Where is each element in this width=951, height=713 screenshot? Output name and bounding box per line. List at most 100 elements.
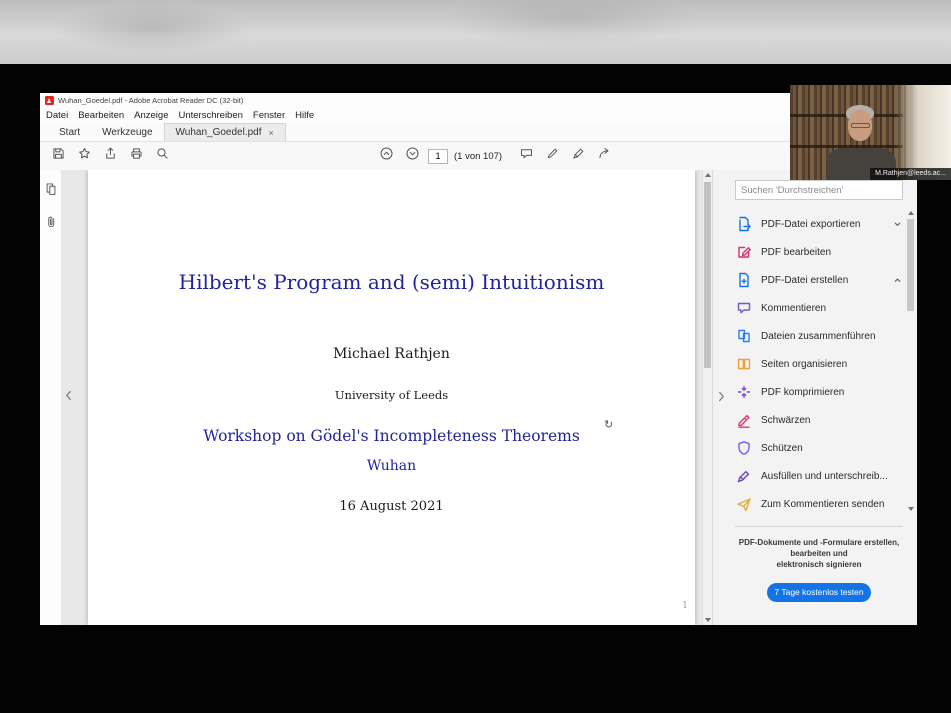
tool-comment[interactable]: Kommentieren xyxy=(735,294,903,322)
tab-werkzeuge[interactable]: Werkzeuge xyxy=(91,123,163,141)
scrollbar-thumb[interactable] xyxy=(704,182,711,368)
comment-bubble-icon xyxy=(735,300,752,317)
tool-export-pdf[interactable]: PDF-Datei exportieren xyxy=(735,210,903,238)
tab-document[interactable]: Wuhan_Goedel.pdf × xyxy=(164,123,286,141)
tool-organize-pages[interactable]: Seiten organisieren xyxy=(735,350,903,378)
arrow-up-circle-icon xyxy=(379,146,394,166)
tab-document-label: Wuhan_Goedel.pdf xyxy=(176,127,262,138)
tool-label: Schwärzen xyxy=(761,415,810,426)
share-button[interactable] xyxy=(100,146,120,166)
menu-fenster[interactable]: Fenster xyxy=(253,110,285,121)
comment-button[interactable] xyxy=(516,146,536,166)
promo-line: elektronisch signieren xyxy=(735,559,903,570)
tool-combine-files[interactable]: Dateien zusammenführen xyxy=(735,322,903,350)
tool-redact[interactable]: Schwärzen xyxy=(735,406,903,434)
tab-start[interactable]: Start xyxy=(48,123,91,141)
chevron-right-icon[interactable] xyxy=(716,389,726,403)
acrobat-window: Wuhan_Goedel.pdf - Adobe Acrobat Reader … xyxy=(40,93,917,625)
chevron-left-icon[interactable] xyxy=(63,388,73,402)
print-button[interactable] xyxy=(126,146,146,166)
create-pdf-icon xyxy=(735,272,752,289)
panel-scroll-down-arrow-icon[interactable] xyxy=(906,504,915,514)
fill-sign-button[interactable] xyxy=(568,146,588,166)
tool-list: PDF-Datei exportieren PDF bearbeiten PDF… xyxy=(735,210,903,518)
edit-pdf-icon xyxy=(735,244,752,261)
scroll-up-arrow-icon[interactable] xyxy=(703,170,712,180)
webcam-name-label: M.Rathjen@leeds.ac... xyxy=(870,168,951,180)
redact-marker-icon xyxy=(735,412,752,429)
speech-bubble-icon xyxy=(519,146,534,166)
tab-bar: Start Werkzeuge Wuhan_Goedel.pdf × xyxy=(40,123,917,142)
tool-label: PDF-Datei erstellen xyxy=(761,275,848,286)
panel-divider xyxy=(735,526,903,527)
slide-title: Hilbert's Program and (semi) Intuitionis… xyxy=(88,270,695,294)
webcam-person-glasses xyxy=(851,123,870,128)
page-number-input[interactable] xyxy=(428,149,448,164)
tool-protect[interactable]: Schützen xyxy=(735,434,903,462)
favorite-button[interactable] xyxy=(74,146,94,166)
menu-unterschreiben[interactable]: Unterschreiben xyxy=(178,110,242,121)
menu-datei[interactable]: Datei xyxy=(46,110,68,121)
save-icon xyxy=(51,146,66,166)
toolbar-left-group xyxy=(48,142,172,170)
promo-line: bearbeiten und xyxy=(735,548,903,559)
promo-text: PDF-Dokumente und -Formulare erstellen, … xyxy=(735,537,903,571)
document-viewport[interactable]: Hilbert's Program and (semi) Intuitionis… xyxy=(62,170,712,625)
menu-hilfe[interactable]: Hilfe xyxy=(295,110,314,121)
page-up-button[interactable] xyxy=(376,146,396,166)
slide-date: 16 August 2021 xyxy=(88,499,695,514)
send-forward-button[interactable] xyxy=(594,146,614,166)
tool-create-pdf[interactable]: PDF-Datei erstellen xyxy=(735,266,903,294)
panel-scroll-up-arrow-icon[interactable] xyxy=(906,208,915,218)
menu-anzeige[interactable]: Anzeige xyxy=(134,110,168,121)
shield-icon xyxy=(735,440,752,457)
tools-panel-inner: PDF-Datei exportieren PDF bearbeiten PDF… xyxy=(735,170,903,602)
panel-scrollbar-thumb[interactable] xyxy=(907,219,914,311)
attachments-button[interactable] xyxy=(42,215,60,233)
forward-arrow-icon xyxy=(597,146,612,166)
tool-fill-sign[interactable]: Ausfüllen und unterschreib... xyxy=(735,462,903,490)
left-rail xyxy=(40,170,62,625)
printer-icon xyxy=(129,146,144,166)
scroll-down-arrow-icon[interactable] xyxy=(703,615,712,625)
magnifier-icon xyxy=(155,146,170,166)
tool-send-for-comments[interactable]: Zum Kommentieren senden xyxy=(735,490,903,518)
slide-author: Michael Rathjen xyxy=(88,346,695,362)
chevron-down-icon[interactable] xyxy=(891,218,903,230)
close-icon[interactable]: × xyxy=(269,128,274,138)
tools-search-input[interactable] xyxy=(735,180,903,200)
window-titlebar: Wuhan_Goedel.pdf - Adobe Acrobat Reader … xyxy=(40,93,917,108)
tools-panel: PDF-Datei exportieren PDF bearbeiten PDF… xyxy=(712,170,917,625)
compress-pdf-icon xyxy=(735,384,752,401)
tool-edit-pdf[interactable]: PDF bearbeiten xyxy=(735,238,903,266)
trial-button[interactable]: 7 Tage kostenlos testen xyxy=(767,583,871,602)
top-gray-band xyxy=(0,0,951,64)
annotate-button[interactable] xyxy=(542,146,562,166)
adobe-reader-icon xyxy=(45,96,54,105)
fill-sign-pen-icon xyxy=(735,468,752,485)
chevron-up-icon[interactable] xyxy=(891,274,903,286)
tool-label: PDF-Datei exportieren xyxy=(761,219,860,230)
pen-nib-icon xyxy=(571,146,586,166)
page-down-button[interactable] xyxy=(402,146,422,166)
slide-affiliation: University of Leeds xyxy=(88,388,695,402)
combine-files-icon xyxy=(735,328,752,345)
pages-icon xyxy=(44,182,58,201)
panel-scrollbar[interactable] xyxy=(906,208,915,514)
tool-label: Schützen xyxy=(761,443,803,454)
tool-compress-pdf[interactable]: PDF komprimieren xyxy=(735,378,903,406)
save-button[interactable] xyxy=(48,146,68,166)
menu-bearbeiten[interactable]: Bearbeiten xyxy=(78,110,124,121)
slide-page-number: 1 xyxy=(682,600,688,611)
webcam-overlay: M.Rathjen@leeds.ac... xyxy=(790,85,951,180)
document-scrollbar[interactable] xyxy=(702,170,712,625)
organize-pages-icon xyxy=(735,356,752,373)
toolbar-center-group: (1 von 107) xyxy=(376,142,614,170)
tool-label: Kommentieren xyxy=(761,303,826,314)
export-pdf-icon xyxy=(735,216,752,233)
tool-label: Seiten organisieren xyxy=(761,359,847,370)
toolbar: (1 von 107) xyxy=(40,142,917,172)
search-button[interactable] xyxy=(152,146,172,166)
promo-line: PDF-Dokumente und -Formulare erstellen, xyxy=(735,537,903,548)
page-thumbnails-button[interactable] xyxy=(42,182,60,200)
